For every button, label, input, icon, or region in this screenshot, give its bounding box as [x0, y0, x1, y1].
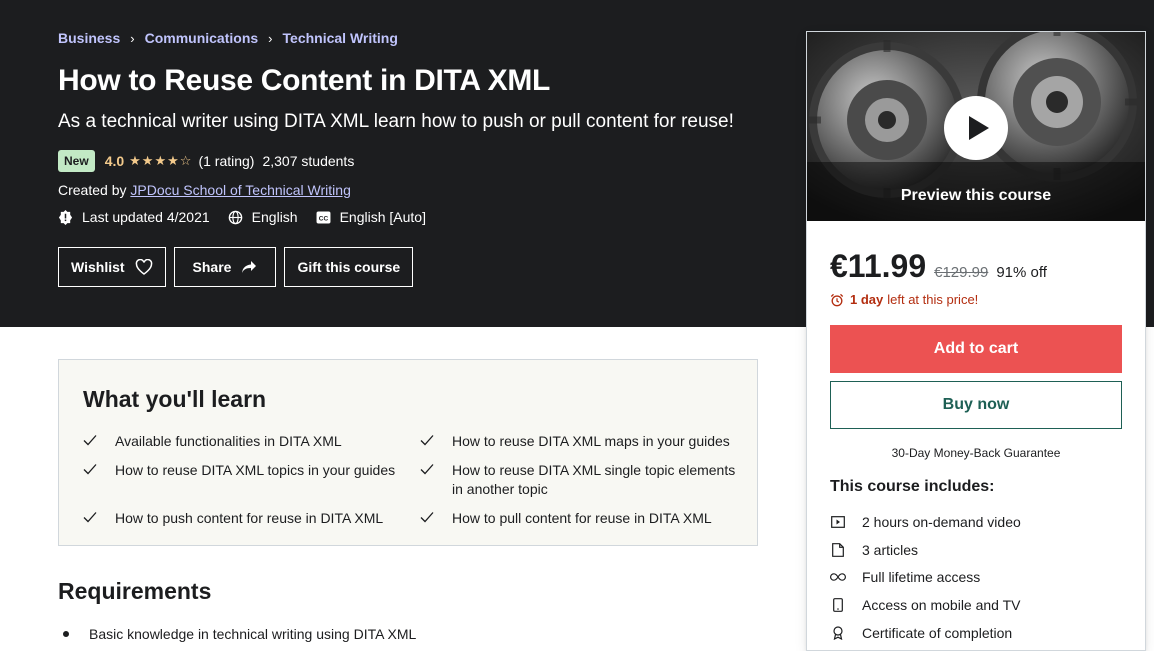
certificate-icon — [830, 625, 846, 641]
breadcrumb: Business › Communications › Technical Wr… — [58, 30, 398, 46]
includes-item: Access on mobile and TV — [830, 591, 1021, 619]
requirement-text: Basic knowledge in technical writing usi… — [89, 626, 417, 642]
last-updated: Last updated 4/2021 — [58, 209, 210, 225]
includes-title: This course includes: — [830, 478, 995, 495]
captions: CC English [Auto] — [316, 209, 426, 225]
language-text: English — [251, 209, 298, 225]
includes-item: 2 hours on-demand video — [830, 508, 1021, 536]
last-updated-text: Last updated 4/2021 — [82, 209, 210, 225]
course-title: How to Reuse Content in DITA XML — [58, 64, 551, 97]
requirements-title: Requirements — [58, 578, 212, 604]
check-icon — [83, 509, 99, 523]
student-count: 2,307 students — [262, 153, 355, 169]
heart-icon — [135, 259, 152, 275]
check-icon — [420, 432, 436, 446]
includes-text: 2 hours on-demand video — [862, 513, 1021, 530]
wishlist-label: Wishlist — [71, 259, 125, 275]
author-link[interactable]: JPDocu School of Technical Writing — [130, 182, 350, 198]
globe-icon — [228, 210, 242, 224]
learn-item-text: How to reuse DITA XML single topic eleme… — [452, 462, 736, 497]
wishlist-button[interactable]: Wishlist — [58, 247, 166, 287]
breadcrumb-technical-writing[interactable]: Technical Writing — [283, 30, 398, 46]
learn-item-text: How to pull content for reuse in DITA XM… — [452, 510, 712, 526]
original-price: €129.99 — [934, 264, 989, 281]
current-price: €11.99 — [830, 248, 927, 284]
includes-item: 3 articles — [830, 536, 1021, 564]
created-by-label: Created by — [58, 182, 127, 198]
infinity-icon — [830, 569, 846, 585]
closed-captions-icon: CC — [316, 210, 331, 224]
alert-badge-icon — [58, 209, 73, 225]
breadcrumb-communications[interactable]: Communications — [145, 30, 259, 46]
includes-text: Access on mobile and TV — [862, 596, 1021, 613]
purchase-card: Preview this course €11.99 €129.99 91% o… — [806, 31, 1146, 651]
learn-item: Available functionalities in DITA XML — [83, 432, 420, 451]
share-arrow-icon — [242, 261, 257, 273]
requirement-item: Basic knowledge in technical writing usi… — [58, 626, 416, 642]
learn-item-text: Available functionalities in DITA XML — [115, 433, 342, 449]
includes-item: Certificate of completion — [830, 619, 1021, 647]
gift-course-button[interactable]: Gift this course — [284, 247, 414, 287]
learn-item-text: How to reuse DITA XML maps in your guide… — [452, 433, 730, 449]
add-to-cart-button[interactable]: Add to cart — [830, 325, 1122, 373]
timer-days: 1 day — [850, 292, 884, 307]
check-icon — [420, 509, 436, 523]
share-label: Share — [192, 259, 232, 275]
includes-text: Full lifetime access — [862, 569, 981, 586]
language: English — [228, 209, 298, 225]
bullet-icon — [63, 631, 69, 637]
preview-label: Preview this course — [900, 187, 1052, 204]
learn-item-text: How to push content for reuse in DITA XM… — [115, 510, 384, 526]
requirements-list: Basic knowledge in technical writing usi… — [58, 626, 416, 642]
includes-item: Full lifetime access — [830, 563, 1021, 591]
file-icon — [830, 542, 846, 558]
price-row: €11.99 €129.99 91% off — [830, 248, 1047, 285]
check-icon — [420, 461, 436, 475]
play-button-icon[interactable] — [944, 96, 1008, 160]
gift-label: Gift this course — [297, 259, 401, 275]
alarm-clock-icon — [830, 293, 844, 306]
video-icon — [830, 514, 846, 530]
buy-now-button[interactable]: Buy now — [830, 381, 1122, 429]
learn-item: How to push content for reuse in DITA XM… — [83, 509, 420, 528]
rating-count-link[interactable]: (1 rating) — [198, 153, 254, 169]
what-you-learn-box: What you'll learn Available functionalit… — [58, 359, 758, 546]
course-preview-video[interactable]: Preview this course — [807, 32, 1145, 221]
share-button[interactable]: Share — [173, 247, 277, 287]
learn-item: How to reuse DITA XML topics in your gui… — [83, 461, 420, 499]
rating-row: New 4.0 ★★★★☆ (1 rating) 2,307 students — [58, 150, 354, 172]
includes-text: 3 articles — [862, 541, 919, 558]
course-actions: Wishlist Share Gift this course — [58, 247, 421, 287]
breadcrumb-business[interactable]: Business — [58, 30, 120, 46]
new-badge: New — [58, 150, 95, 172]
learn-item: How to pull content for reuse in DITA XM… — [420, 509, 743, 528]
discount-percent: 91% off — [996, 264, 1047, 281]
learn-item-text: How to reuse DITA XML topics in your gui… — [115, 462, 396, 478]
learn-item: How to reuse DITA XML single topic eleme… — [420, 461, 743, 499]
price-timer: 1 day left at this price! — [830, 292, 978, 307]
created-by: Created by JPDocu School of Technical Wr… — [58, 182, 351, 198]
check-icon — [83, 461, 99, 475]
includes-list: 2 hours on-demand video 3 articles Full … — [830, 508, 1021, 646]
rating-value: 4.0 — [104, 153, 125, 169]
course-meta: Last updated 4/2021 English CC English [… — [58, 209, 444, 225]
money-back-guarantee: 30-Day Money-Back Guarantee — [891, 446, 1061, 460]
star-rating-icon: ★★★★☆ — [129, 153, 193, 168]
check-icon — [83, 432, 99, 446]
learn-list: Available functionalities in DITA XML Ho… — [83, 432, 743, 528]
timer-text: left at this price! — [887, 292, 979, 307]
includes-text: Certificate of completion — [862, 624, 1013, 641]
captions-text: English [Auto] — [339, 209, 426, 225]
svg-text:CC: CC — [318, 215, 328, 222]
mobile-icon — [830, 597, 846, 613]
course-subtitle: As a technical writer using DITA XML lea… — [58, 111, 734, 132]
learn-title: What you'll learn — [83, 386, 267, 412]
chevron-right-icon: › — [268, 30, 273, 46]
learn-item: How to reuse DITA XML maps in your guide… — [420, 432, 743, 451]
chevron-right-icon: › — [130, 30, 135, 46]
